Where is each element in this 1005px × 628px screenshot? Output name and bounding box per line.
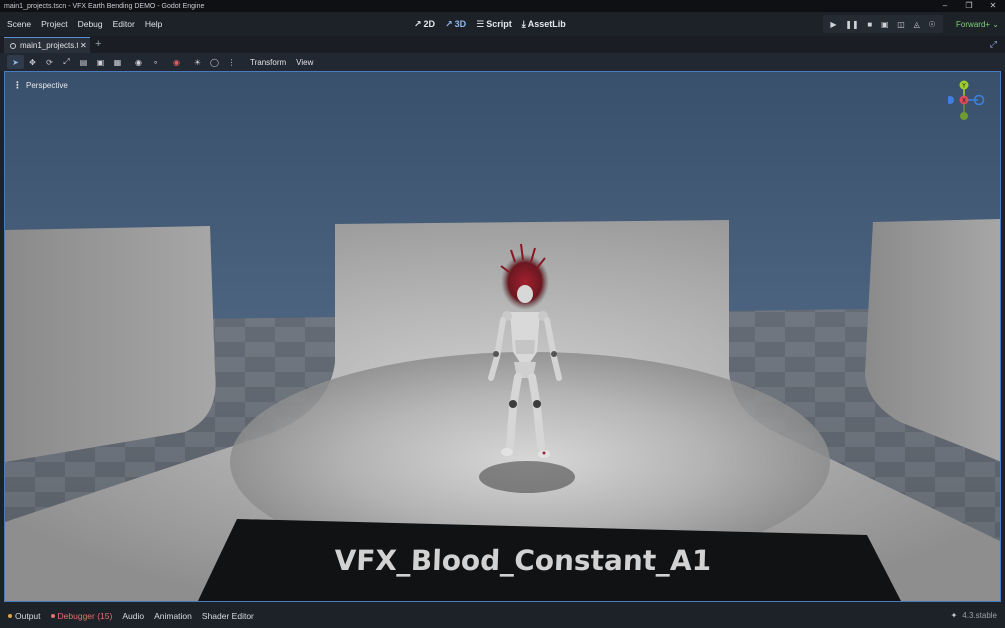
rotate-tool-icon[interactable]: ⟳ xyxy=(41,55,58,69)
godot-update-icon[interactable]: ✦ xyxy=(951,611,958,620)
renderer-label: Forward+ xyxy=(956,19,991,29)
close-icon[interactable]: ✕ xyxy=(80,41,87,50)
version-label: 4.3.stable xyxy=(962,611,997,620)
select-tool-icon[interactable]: ➤ xyxy=(7,55,24,69)
chevron-down-icon: ⌄ xyxy=(990,19,999,29)
main-menubar: Scene Project Debug Editor Help ↗ 2D ↗ 3… xyxy=(0,12,1005,36)
pause-icon[interactable]: ❚❚ xyxy=(845,20,858,29)
scene-tab[interactable]: main1_projects.tscn ✕ xyxy=(4,37,90,53)
stop-icon[interactable]: ■ xyxy=(867,20,872,29)
error-dot-icon xyxy=(50,613,55,618)
play-scene-icon[interactable]: ◫ xyxy=(897,20,905,29)
2d-icon: ↗ xyxy=(414,18,422,29)
menu-help[interactable]: Help xyxy=(145,19,162,29)
window-controls: – ❐ ✕ xyxy=(933,0,1005,12)
neg-z-axis-icon[interactable] xyxy=(948,96,954,104)
debugger-tab[interactable]: Debugger (15) xyxy=(50,610,113,621)
scale-tool-icon[interactable]: ⤢ xyxy=(58,55,75,69)
menu-editor[interactable]: Editor xyxy=(113,19,135,29)
svg-text:X: X xyxy=(962,98,966,105)
local-space-icon[interactable]: ◉ xyxy=(130,55,147,69)
perspective-menu[interactable]: ⋮ Perspective xyxy=(13,80,68,91)
output-tab-label: Output xyxy=(15,610,41,621)
axis-gizmo[interactable]: Y X xyxy=(948,78,996,124)
scene-tabbar: main1_projects.tscn ✕ + ⤢ xyxy=(0,36,1005,53)
window-titlebar: main1_projects.tscn - VFX Earth Bending … xyxy=(0,0,1005,12)
bottom-panel-bar: Output Debugger (15) Audio Animation Sha… xyxy=(0,603,1005,628)
play-icon[interactable]: ▶ xyxy=(830,20,836,29)
version-info: ✦ 4.3.stable xyxy=(951,603,997,628)
window-title: main1_projects.tscn - VFX Earth Bending … xyxy=(4,2,205,10)
mode-assetlib-button[interactable]: ⤓ AssetLib xyxy=(522,19,566,30)
close-window-button[interactable]: ✕ xyxy=(981,0,1005,12)
sun-preview-icon[interactable]: ☀ xyxy=(189,55,206,69)
view-menu[interactable]: View xyxy=(296,58,313,67)
scene-tab-label: main1_projects.tscn xyxy=(20,41,78,50)
banner-text: VFX_Blood_Constant_A1 xyxy=(334,544,712,577)
viewport-toolbar: ➤ ✥ ⟳ ⤢ ▤ ▣ ▦ ◉ ∘ ◉ ☀ ◯ ⋮ Transform View xyxy=(0,53,1005,71)
shader-editor-tab[interactable]: Shader Editor xyxy=(202,611,254,621)
audio-tab-label: Audio xyxy=(122,610,145,621)
main-menu: Scene Project Debug Editor Help xyxy=(0,19,172,29)
add-tab-icon[interactable]: + xyxy=(95,38,101,50)
mode-3d-button[interactable]: ↗ 3D xyxy=(445,19,466,30)
snap-icon[interactable]: ∘ xyxy=(147,55,164,69)
svg-text:Y: Y xyxy=(961,83,966,90)
mode-script-label: Script xyxy=(486,19,512,29)
shader-editor-tab-label: Shader Editor xyxy=(201,610,254,621)
more-options-icon[interactable]: ⋮ xyxy=(223,55,240,69)
animation-tab-label: Animation xyxy=(154,610,192,621)
script-icon: ☰ xyxy=(476,18,485,29)
menu-scene[interactable]: Scene xyxy=(7,19,31,29)
distraction-free-icon[interactable]: ⤢ xyxy=(990,39,997,50)
movie-maker-icon[interactable]: ☉ xyxy=(928,20,935,29)
workspace-switcher: ↗ 2D ↗ 3D ☰ Script ⤓ AssetLib xyxy=(414,12,576,36)
run-controls: ▶ ❚❚ ■ ▣ ◫ ◬ ☉ xyxy=(823,15,943,33)
scene-node-icon xyxy=(10,42,16,49)
menu-debug[interactable]: Debug xyxy=(78,19,103,29)
output-tab[interactable]: Output xyxy=(8,611,41,621)
perspective-label: Perspective xyxy=(26,81,68,90)
renderer-select[interactable]: Forward+ ⌄ xyxy=(956,12,999,36)
remote-debug-icon[interactable]: ▣ xyxy=(881,20,889,29)
lock-icon[interactable]: ▣ xyxy=(92,55,109,69)
transform-menu[interactable]: Transform xyxy=(250,58,286,67)
maximize-button[interactable]: ❐ xyxy=(957,0,981,12)
mode-2d-label: 2D xyxy=(423,19,436,29)
mode-3d-label: 3D xyxy=(454,19,467,29)
viewport-options-icon: ⋮ xyxy=(13,80,22,90)
neg-y-axis-icon[interactable] xyxy=(960,112,968,120)
warning-dot-icon xyxy=(8,613,12,618)
play-custom-scene-icon[interactable]: ◬ xyxy=(914,20,920,29)
3d-viewport[interactable]: VFX_Blood_Constant_A1 ⋮ Perspective Y X xyxy=(4,71,1001,602)
debugger-tab-label: Debugger (15) xyxy=(57,610,113,621)
list-select-icon[interactable]: ▤ xyxy=(75,55,92,69)
mode-script-button[interactable]: ☰ Script xyxy=(476,19,512,30)
minimize-button[interactable]: – xyxy=(933,0,957,12)
audio-tab[interactable]: Audio xyxy=(122,611,144,621)
animation-tab[interactable]: Animation xyxy=(154,611,192,621)
move-tool-icon[interactable]: ✥ xyxy=(24,55,41,69)
group-icon[interactable]: ▦ xyxy=(109,55,126,69)
environment-preview-icon[interactable]: ◯ xyxy=(206,55,223,69)
camera-override-icon[interactable]: ◉ xyxy=(168,55,185,69)
mode-2d-button[interactable]: ↗ 2D xyxy=(414,19,435,30)
assetlib-icon: ⤓ xyxy=(521,18,526,29)
3d-icon: ↗ xyxy=(445,18,453,29)
scene-render: VFX_Blood_Constant_A1 xyxy=(5,72,1000,601)
mode-assetlib-label: AssetLib xyxy=(527,19,566,29)
menu-project[interactable]: Project xyxy=(41,19,67,29)
